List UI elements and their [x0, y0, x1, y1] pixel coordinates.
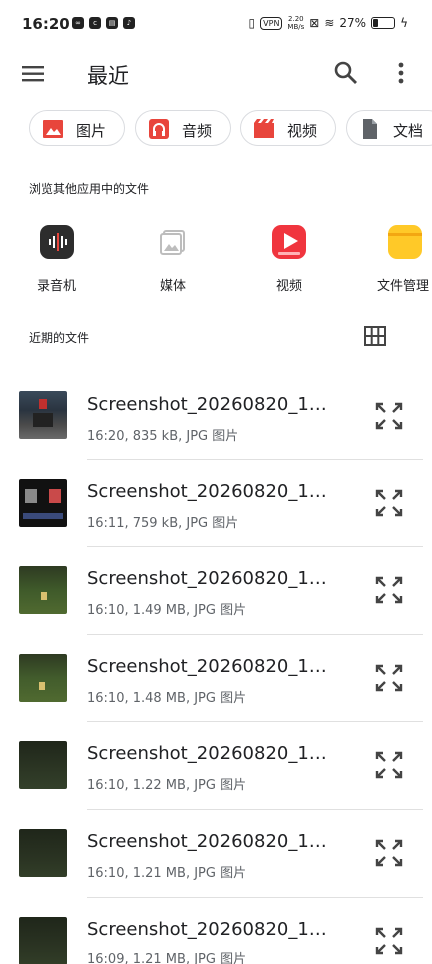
app-label: 视频: [276, 279, 303, 294]
app-file-manager[interactable]: 文件管理: [360, 225, 432, 295]
file-meta: 16:11, 759 kB, JPG 图片: [87, 516, 239, 531]
notification-icons: ∞ c ▤ ♪: [72, 17, 135, 29]
media-icon: [156, 225, 190, 259]
expand-icon[interactable]: [374, 663, 404, 693]
chip-label: 视频: [287, 122, 318, 140]
folder-icon: [388, 225, 422, 259]
search-icon[interactable]: [333, 60, 359, 86]
battery-icon: [371, 17, 396, 29]
file-row[interactable]: Screenshot_20260820_1… 16:10, 1.22 MB, J…: [0, 721, 432, 810]
file-row[interactable]: Screenshot_20260820_1… 16:10, 1.21 MB, J…: [0, 809, 432, 898]
grid-view-icon[interactable]: [364, 326, 386, 346]
chip-label: 图片: [76, 122, 107, 140]
file-thumbnail: [19, 654, 67, 702]
expand-icon[interactable]: [374, 401, 404, 431]
image-icon: [43, 120, 63, 138]
file-thumbnail: [19, 829, 67, 877]
file-thumbnail: [19, 566, 67, 614]
file-thumbnail: [19, 917, 67, 964]
file-thumbnail: [19, 391, 67, 439]
file-meta: 16:10, 1.48 MB, JPG 图片: [87, 691, 247, 706]
battery-level: [373, 19, 379, 27]
notification-app-icon: ▤: [106, 17, 118, 29]
file-meta: 16:10, 1.22 MB, JPG 图片: [87, 778, 247, 793]
file-meta: 16:20, 835 kB, JPG 图片: [87, 429, 239, 444]
app-label: 录音机: [37, 279, 77, 294]
file-meta: 16:10, 1.21 MB, JPG 图片: [87, 866, 247, 881]
wifi-icon: ≋: [324, 16, 335, 30]
chip-label: 文档: [393, 122, 424, 140]
film-icon: [254, 119, 274, 138]
file-meta: 16:10, 1.49 MB, JPG 图片: [87, 603, 247, 618]
chip-documents[interactable]: 文档: [346, 110, 432, 146]
app-video[interactable]: 视频: [244, 225, 334, 295]
vibrate-icon: ▯: [248, 16, 256, 30]
network-speed-unit: MB/s: [287, 23, 305, 31]
headphones-icon: [149, 119, 169, 139]
menu-icon[interactable]: [20, 60, 48, 88]
file-name: Screenshot_20260820_1…: [87, 481, 327, 502]
file-thumbnail: [19, 741, 67, 789]
file-name: Screenshot_20260820_1…: [87, 568, 327, 589]
file-row[interactable]: Screenshot_20260820_1… 16:11, 759 kB, JP…: [0, 459, 432, 547]
page-title: 最近: [87, 64, 129, 88]
recent-section-title: 近期的文件: [29, 331, 90, 345]
app-media[interactable]: 媒体: [128, 225, 218, 295]
file-name: Screenshot_20260820_1…: [87, 831, 327, 852]
expand-icon[interactable]: [374, 575, 404, 605]
more-options-icon[interactable]: [389, 60, 413, 86]
file-name: Screenshot_20260820_1…: [87, 919, 327, 940]
network-speed-value: 2.20: [288, 15, 304, 23]
document-icon: [363, 119, 377, 139]
tiktok-icon: ♪: [123, 17, 135, 29]
notification-app-icon: ∞: [72, 17, 84, 29]
recorder-icon: [40, 225, 74, 259]
status-bar: 16:20 ∞ c ▤ ♪ ▯ VPN 2.20 MB/s ⊠ ≋ 27% ϟ: [0, 0, 432, 50]
network-speed: 2.20 MB/s: [287, 15, 304, 31]
chip-videos[interactable]: 视频: [240, 110, 336, 146]
app-recorder[interactable]: 录音机: [12, 225, 102, 295]
file-type-chips: 图片 音频 视频 文档: [0, 110, 432, 150]
file-row[interactable]: Screenshot_20260820_1… 16:10, 1.49 MB, J…: [0, 546, 432, 635]
status-time: 16:20: [22, 15, 70, 33]
expand-icon[interactable]: [374, 488, 404, 518]
browse-section-title: 浏览其他应用中的文件: [29, 182, 150, 196]
sim-icon: ⊠: [309, 16, 320, 30]
expand-icon[interactable]: [374, 926, 404, 956]
status-indicators: ▯ VPN 2.20 MB/s ⊠ ≋ 27% ϟ: [249, 15, 408, 31]
file-row[interactable]: Screenshot_20260820_1… 16:09, 1.21 MB, J…: [0, 897, 432, 964]
notification-app-icon: c: [89, 17, 101, 29]
vpn-badge: VPN: [260, 16, 283, 30]
file-row[interactable]: Screenshot_20260820_1… 16:10, 1.48 MB, J…: [0, 634, 432, 722]
video-app-icon: [272, 225, 306, 259]
file-thumbnail: [19, 479, 67, 527]
charging-icon: ϟ: [400, 16, 408, 30]
chip-label: 音频: [182, 122, 213, 140]
file-meta: 16:09, 1.21 MB, JPG 图片: [87, 952, 247, 964]
battery-percent: 27%: [339, 16, 367, 30]
file-name: Screenshot_20260820_1…: [87, 743, 327, 764]
file-name: Screenshot_20260820_1…: [87, 656, 327, 677]
file-name: Screenshot_20260820_1…: [87, 394, 327, 415]
expand-icon[interactable]: [374, 838, 404, 868]
chip-images[interactable]: 图片: [29, 110, 125, 146]
expand-icon[interactable]: [374, 750, 404, 780]
app-label: 文件管理: [377, 279, 430, 294]
app-label: 媒体: [160, 279, 187, 294]
chip-audio[interactable]: 音频: [135, 110, 231, 146]
file-row[interactable]: Screenshot_20260820_1… 16:20, 835 kB, JP…: [0, 372, 432, 460]
app-bar: 最近: [0, 50, 432, 98]
